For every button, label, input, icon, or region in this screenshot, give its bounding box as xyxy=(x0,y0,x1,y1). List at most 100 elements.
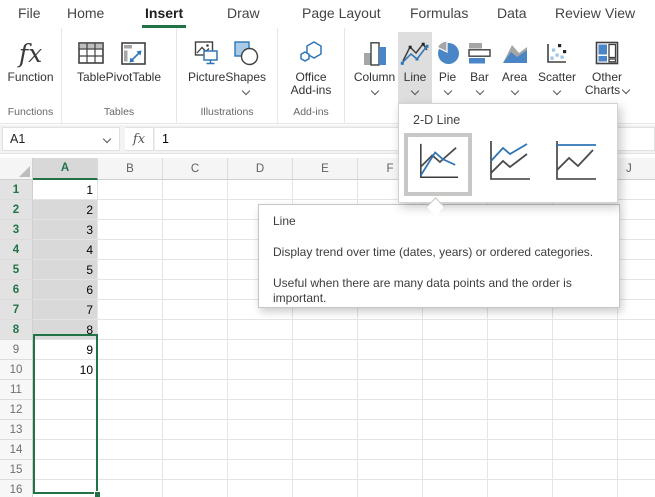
cell-J15[interactable] xyxy=(618,460,655,480)
cell-D8[interactable] xyxy=(228,320,293,340)
row-header-2[interactable]: 2 xyxy=(0,200,33,220)
cell-A10[interactable]: 10 xyxy=(33,360,98,380)
row-header-15[interactable]: 15 xyxy=(0,460,33,480)
cell-I14[interactable] xyxy=(553,440,618,460)
cell-D15[interactable] xyxy=(228,460,293,480)
tab-file[interactable]: File xyxy=(18,5,41,22)
cell-A16[interactable] xyxy=(33,480,98,497)
cell-C3[interactable] xyxy=(163,220,228,240)
cell-B8[interactable] xyxy=(98,320,163,340)
row-header-1[interactable]: 1 xyxy=(0,180,33,200)
cell-F10[interactable] xyxy=(358,360,423,380)
cell-D1[interactable] xyxy=(228,180,293,200)
cell-B12[interactable] xyxy=(98,400,163,420)
cell-E14[interactable] xyxy=(293,440,358,460)
cell-J1[interactable] xyxy=(618,180,655,200)
line-chevron-icon[interactable] xyxy=(411,87,419,95)
cell-A4[interactable]: 4 xyxy=(33,240,98,260)
cell-B2[interactable] xyxy=(98,200,163,220)
cell-F13[interactable] xyxy=(358,420,423,440)
cell-J4[interactable] xyxy=(618,240,655,260)
cell-B9[interactable] xyxy=(98,340,163,360)
cell-J8[interactable] xyxy=(618,320,655,340)
cell-G9[interactable] xyxy=(423,340,488,360)
cell-A13[interactable] xyxy=(33,420,98,440)
row-header-14[interactable]: 14 xyxy=(0,440,33,460)
picture-button[interactable]: Picture xyxy=(188,32,225,104)
cell-I12[interactable] xyxy=(553,400,618,420)
line-chart-button[interactable]: Line xyxy=(398,32,432,104)
cell-H13[interactable] xyxy=(488,420,553,440)
cell-F11[interactable] xyxy=(358,380,423,400)
cell-F14[interactable] xyxy=(358,440,423,460)
area-chart-button[interactable]: Area xyxy=(496,32,533,104)
cell-A7[interactable]: 7 xyxy=(33,300,98,320)
shapes-chevron-icon[interactable] xyxy=(241,87,249,95)
tab-view[interactable]: View xyxy=(605,5,635,22)
tab-data[interactable]: Data xyxy=(497,5,527,22)
select-all-corner[interactable] xyxy=(0,158,33,180)
cell-A14[interactable] xyxy=(33,440,98,460)
option-stacked-line[interactable] xyxy=(482,133,536,194)
cell-C16[interactable] xyxy=(163,480,228,497)
cell-E12[interactable] xyxy=(293,400,358,420)
scatter-chart-button[interactable]: Scatter xyxy=(533,32,581,104)
column-header-D[interactable]: D xyxy=(228,158,293,180)
cell-A12[interactable] xyxy=(33,400,98,420)
row-header-16[interactable]: 16 xyxy=(0,480,33,497)
cell-J10[interactable] xyxy=(618,360,655,380)
cell-D13[interactable] xyxy=(228,420,293,440)
cell-B6[interactable] xyxy=(98,280,163,300)
tab-review[interactable]: Review xyxy=(555,5,601,22)
option-line[interactable] xyxy=(404,133,472,196)
cell-A5[interactable]: 5 xyxy=(33,260,98,280)
cell-B14[interactable] xyxy=(98,440,163,460)
cell-I15[interactable] xyxy=(553,460,618,480)
cell-J3[interactable] xyxy=(618,220,655,240)
cell-H16[interactable] xyxy=(488,480,553,497)
pie-chart-button[interactable]: Pie xyxy=(432,32,463,104)
option-100-stacked-line[interactable] xyxy=(548,133,602,194)
cell-C7[interactable] xyxy=(163,300,228,320)
cell-B4[interactable] xyxy=(98,240,163,260)
column-chevron-icon[interactable] xyxy=(370,87,378,95)
column-header-J[interactable]: J xyxy=(618,158,655,180)
pie-chevron-icon[interactable] xyxy=(443,87,451,95)
name-box[interactable]: A1 xyxy=(2,127,120,151)
cell-F15[interactable] xyxy=(358,460,423,480)
shapes-button[interactable]: Shapes xyxy=(225,32,266,104)
cell-C12[interactable] xyxy=(163,400,228,420)
tab-draw[interactable]: Draw xyxy=(227,5,260,22)
cell-C8[interactable] xyxy=(163,320,228,340)
cell-B10[interactable] xyxy=(98,360,163,380)
cell-I16[interactable] xyxy=(553,480,618,497)
cell-J11[interactable] xyxy=(618,380,655,400)
row-header-11[interactable]: 11 xyxy=(0,380,33,400)
cell-E9[interactable] xyxy=(293,340,358,360)
row-header-13[interactable]: 13 xyxy=(0,420,33,440)
cell-I11[interactable] xyxy=(553,380,618,400)
cell-C2[interactable] xyxy=(163,200,228,220)
cell-B16[interactable] xyxy=(98,480,163,497)
cell-H12[interactable] xyxy=(488,400,553,420)
selection-fill-handle[interactable] xyxy=(94,491,101,497)
cell-B13[interactable] xyxy=(98,420,163,440)
cell-H15[interactable] xyxy=(488,460,553,480)
cell-J6[interactable] xyxy=(618,280,655,300)
cell-G8[interactable] xyxy=(423,320,488,340)
office-addins-button[interactable]: Office Add-ins xyxy=(287,32,335,104)
cell-G10[interactable] xyxy=(423,360,488,380)
cell-C15[interactable] xyxy=(163,460,228,480)
cell-G12[interactable] xyxy=(423,400,488,420)
row-header-7[interactable]: 7 xyxy=(0,300,33,320)
cell-G16[interactable] xyxy=(423,480,488,497)
cell-G14[interactable] xyxy=(423,440,488,460)
column-header-B[interactable]: B xyxy=(98,158,163,180)
tab-formulas[interactable]: Formulas xyxy=(410,5,468,22)
other-charts-button[interactable]: Other Charts xyxy=(581,32,633,104)
cell-B5[interactable] xyxy=(98,260,163,280)
cell-F8[interactable] xyxy=(358,320,423,340)
row-header-9[interactable]: 9 xyxy=(0,340,33,360)
cell-B11[interactable] xyxy=(98,380,163,400)
area-chevron-icon[interactable] xyxy=(510,87,518,95)
